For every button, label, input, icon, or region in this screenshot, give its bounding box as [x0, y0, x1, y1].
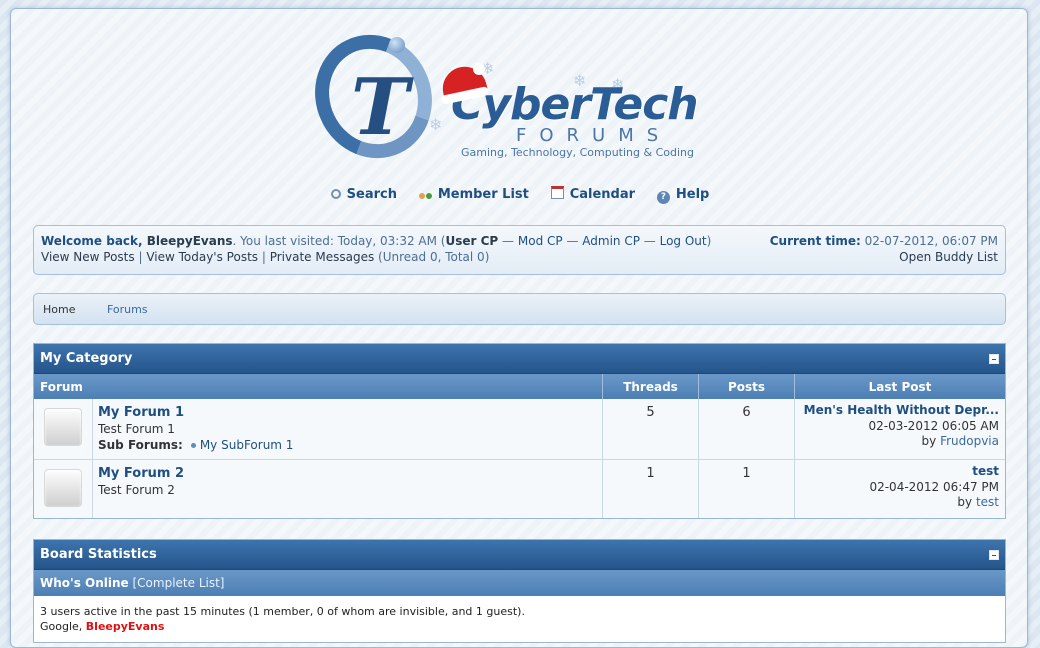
column-posts: Posts: [699, 374, 795, 399]
column-forum: Forum: [34, 374, 603, 399]
sub-forums: Sub Forums: My SubForum 1: [98, 438, 293, 452]
breadcrumb-home[interactable]: Home: [43, 303, 75, 316]
forum-description: Test Forum 2: [98, 483, 175, 497]
separator: —: [498, 234, 518, 248]
forum-last-post: Men's Health Without Depr... 02-03-2012 …: [795, 399, 1005, 459]
board-statistics: Board Statistics Who's Online [Complete …: [33, 539, 1006, 643]
separator: —: [639, 234, 660, 248]
collapse-icon[interactable]: [989, 354, 999, 364]
stats-title: Board Statistics: [40, 547, 157, 562]
whos-online-bar: Who's Online [Complete List]: [34, 570, 1005, 596]
forum-posts-count: 1: [699, 460, 795, 518]
calendar-link-label: Calendar: [569, 187, 636, 202]
forum-info: My Forum 1 Test Forum 1 Sub Forums: My Su…: [93, 399, 603, 459]
forum-posts-count: 6: [699, 399, 795, 459]
stats-header: Board Statistics: [34, 540, 1005, 570]
subforum-link[interactable]: My SubForum 1: [200, 438, 294, 452]
whos-online-body: 3 users active in the past 15 minutes (1…: [34, 596, 1005, 642]
help-link[interactable]: ? Help: [656, 187, 710, 204]
breadcrumb: Home Forums: [33, 293, 1006, 325]
top-links: Search Member List Calendar ? Help: [11, 186, 1029, 204]
category-table: My Category Forum Threads Posts Last Pos…: [33, 343, 1006, 519]
current-time-label: Current time:: [769, 234, 861, 248]
view-todays-posts-link[interactable]: View Today's Posts: [146, 250, 258, 264]
online-guest: Google,: [40, 620, 86, 633]
logout-link[interactable]: Log Out: [660, 234, 707, 248]
search-icon: [330, 189, 341, 199]
page-container: T ❄ ❄ ❄ ❄ CyberTech FORUMS Gaming, Techn…: [10, 8, 1028, 648]
site-logo[interactable]: T ❄ ❄ ❄ ❄ CyberTech FORUMS Gaming, Techn…: [294, 15, 751, 178]
member-list-link[interactable]: Member List: [419, 187, 529, 202]
open-buddy-list-link[interactable]: Open Buddy List: [899, 250, 998, 264]
welcome-panel: Welcome back, BleepyEvans. You last visi…: [33, 225, 1006, 275]
private-messages-link[interactable]: Private Messages: [270, 250, 375, 264]
forum-description: Test Forum 1: [98, 422, 175, 436]
forum-threads-count: 5: [603, 399, 699, 459]
santa-hat-ball: [473, 63, 485, 75]
forum-info: My Forum 2 Test Forum 2: [93, 460, 603, 518]
separator: —: [562, 234, 583, 248]
forum-row: My Forum 1 Test Forum 1 Sub Forums: My Su…: [34, 399, 1005, 460]
whos-online-label: Who's Online: [40, 576, 129, 590]
search-link[interactable]: Search: [330, 187, 397, 202]
view-new-posts-link[interactable]: View New Posts: [41, 250, 135, 264]
welcome-prefix: Welcome back,: [41, 234, 147, 248]
forum-status-cell: [34, 399, 93, 459]
snowflake-icon: ❄: [429, 115, 443, 134]
collapse-icon[interactable]: [989, 550, 999, 560]
last-post-by: by Frudopvia: [921, 434, 999, 448]
sub-forums-label: Sub Forums:: [98, 438, 183, 452]
user-cp-link[interactable]: User CP: [446, 234, 499, 248]
current-time-value: 02-07-2012, 06:07 PM: [864, 234, 998, 248]
help-link-label: Help: [675, 187, 710, 202]
mod-cp-link[interactable]: Mod CP: [518, 234, 563, 248]
last-post-author-link[interactable]: Frudopvia: [940, 434, 999, 448]
member-list-link-label: Member List: [437, 187, 529, 202]
forum-status-icon[interactable]: [44, 469, 82, 507]
current-time: Current time: 02-07-2012, 06:07 PM: [770, 234, 998, 248]
category-title[interactable]: My Category: [40, 351, 132, 366]
online-member-link[interactable]: BleepyEvans: [86, 620, 165, 633]
forum-name-link[interactable]: My Forum 2: [98, 466, 184, 481]
search-link-label: Search: [346, 187, 397, 202]
forum-last-post: test 02-04-2012 06:47 PM by test: [795, 460, 1005, 518]
breadcrumb-forums[interactable]: Forums: [107, 303, 148, 316]
welcome-row: Welcome back, BleepyEvans. You last visi…: [41, 234, 998, 250]
logo-glyph: T: [351, 62, 410, 153]
forum-status-icon[interactable]: [44, 408, 82, 446]
calendar-icon: [550, 186, 564, 199]
logo-forums: FORUMS: [516, 125, 672, 146]
subforum-bullet-icon: [190, 443, 196, 448]
last-visited-text: . You last visited: Today, 03:32 AM (: [232, 234, 446, 248]
calendar-link[interactable]: Calendar: [550, 186, 636, 202]
column-threads: Threads: [603, 374, 699, 399]
help-icon: ?: [656, 191, 670, 204]
logo-brand: CyberTech: [451, 79, 699, 130]
active-users-text: 3 users active in the past 15 minutes (1…: [40, 605, 525, 618]
forum-threads-count: 1: [603, 460, 699, 518]
logo-dot: [389, 37, 405, 53]
last-post-title-link[interactable]: Men's Health Without Depr...: [801, 403, 999, 419]
pm-counts: (Unread 0, Total 0): [378, 250, 490, 264]
complete-list-link[interactable]: [Complete List]: [133, 576, 225, 590]
last-post-author-link[interactable]: test: [976, 495, 999, 509]
last-post-by: by test: [957, 495, 999, 509]
close-paren: ): [706, 234, 712, 248]
welcome-links-row: View New Posts | View Today's Posts | Pr…: [41, 250, 998, 264]
logo-tagline: Gaming, Technology, Computing & Coding: [461, 146, 694, 159]
welcome-username[interactable]: BleepyEvans: [147, 234, 233, 248]
column-last-post: Last Post: [868, 380, 932, 394]
category-columns: Forum Threads Posts Last Post: [34, 374, 1005, 399]
forum-row: My Forum 2 Test Forum 2 1 1 test 02-04-2…: [34, 460, 1005, 518]
admin-cp-link[interactable]: Admin CP: [582, 234, 640, 248]
forum-name-link[interactable]: My Forum 1: [98, 405, 184, 420]
category-header: My Category: [34, 344, 1005, 374]
members-icon: [419, 188, 432, 201]
forum-status-cell: [34, 460, 93, 518]
last-post-date: 02-04-2012 06:47 PM: [869, 479, 999, 494]
last-post-title-link[interactable]: test: [801, 464, 999, 480]
last-post-date: 02-03-2012 06:05 AM: [868, 418, 999, 433]
